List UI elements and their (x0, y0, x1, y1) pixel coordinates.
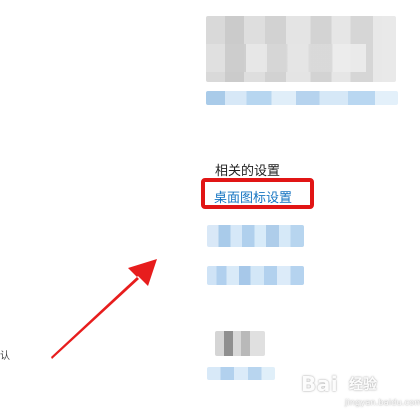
watermark-brand: Bai (301, 372, 339, 396)
pixelated-small-link[interactable] (207, 367, 275, 380)
pixelated-link-top[interactable] (206, 91, 398, 105)
baidu-watermark: Bai 经验 jingyan.baidu.com (301, 372, 420, 414)
left-edge-text-fragment: 认 (0, 351, 10, 362)
screenshot-page: 相关的设置 桌面图标设置 认 Bai 经验 jingyan.baidu.com (0, 0, 420, 419)
desktop-icon-settings-link[interactable]: 桌面图标设置 (214, 187, 292, 206)
pixelated-link-middle-b[interactable] (207, 266, 304, 285)
pixelated-top-content (206, 16, 396, 82)
pixelated-link-middle-a[interactable] (207, 225, 304, 247)
related-settings-heading: 相关的设置 (215, 164, 281, 179)
pixelated-small-heading (215, 331, 265, 356)
watermark-url: jingyan.baidu.com (345, 398, 420, 407)
watermark-subtitle: 经验 (349, 377, 377, 393)
arrow-icon (51, 259, 157, 359)
